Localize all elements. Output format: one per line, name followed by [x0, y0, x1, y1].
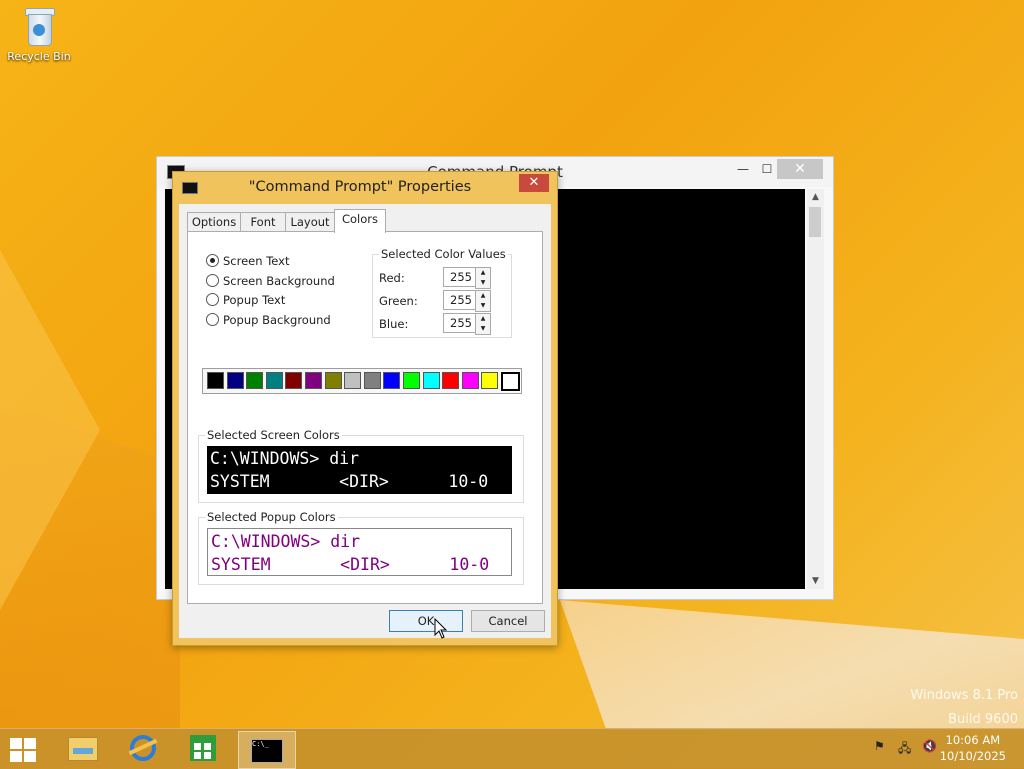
taskbar-command-prompt[interactable]: C:\_	[238, 731, 296, 769]
group-legend: Selected Popup Colors	[205, 510, 338, 524]
tab-layout[interactable]: Layout	[285, 212, 335, 232]
tab-font[interactable]: Font	[240, 212, 286, 232]
store-icon	[190, 735, 216, 761]
palette-swatch[interactable]	[305, 372, 322, 389]
radio-popup-text[interactable]: Popup Text	[206, 293, 285, 309]
scrollbar-thumb[interactable]	[809, 207, 821, 237]
color-palette	[202, 368, 522, 394]
radio-label: Popup Text	[223, 293, 286, 307]
taskbar-file-explorer[interactable]	[56, 731, 104, 767]
palette-swatch[interactable]	[246, 372, 264, 389]
selected-color-values-group: Selected Color Values Red: 255 ▲ ▼ Green:…	[372, 247, 512, 338]
red-value-input[interactable]: 255	[443, 267, 476, 287]
palette-swatch[interactable]	[324, 372, 342, 389]
screen-colors-preview: C:\WINDOWS> dir SYSTEM <DIR> 10-0	[207, 446, 512, 494]
radio-screen-background[interactable]: Screen Background	[206, 274, 335, 290]
palette-swatch[interactable]	[265, 372, 283, 389]
palette-swatch[interactable]	[403, 372, 420, 389]
preview-line: C:\WINDOWS> dir	[210, 449, 360, 468]
recycle-bin-label: Recycle Bin	[7, 50, 71, 63]
radio-label: Screen Background	[223, 274, 335, 288]
group-legend: Selected Screen Colors	[205, 428, 342, 442]
selected-popup-colors-group: Selected Popup Colors C:\WINDOWS> dir SYS…	[198, 510, 524, 585]
watermark-edition: Windows 8.1 Pro	[910, 688, 1018, 703]
palette-swatch[interactable]	[226, 372, 244, 389]
taskbar-clock[interactable]: 10:06 AM 10/10/2025	[940, 732, 1006, 764]
action-center-flag-icon[interactable]: ⚑	[874, 739, 885, 753]
taskbar: C:\_ ⚑ 🖧 🔇 10:06 AM 10/10/2025	[0, 728, 1024, 769]
mouse-cursor-icon	[434, 618, 448, 639]
radio-button-checked[interactable]	[206, 254, 219, 267]
cmd-vertical-scrollbar[interactable]: ▲ ▼	[807, 189, 824, 589]
palette-swatch[interactable]	[461, 372, 479, 389]
dialog-title: "Command Prompt" Properties	[248, 179, 472, 195]
palette-swatch[interactable]	[442, 372, 460, 389]
command-prompt-icon: C:\_	[251, 739, 283, 763]
cmd-dialog-icon	[182, 182, 198, 194]
tab-options[interactable]: Options	[187, 212, 241, 232]
blue-label: Blue:	[379, 317, 409, 331]
preview-line: C:\WINDOWS> dir	[211, 532, 361, 551]
volume-muted-icon[interactable]: 🔇	[922, 739, 937, 753]
windows-watermark: Windows 8.1 Pro Build 9600	[910, 684, 1018, 732]
red-label: Red:	[379, 271, 405, 285]
taskbar-internet-explorer[interactable]	[116, 731, 164, 767]
clock-date: 10/10/2025	[939, 749, 1006, 763]
preview-line: SYSTEM <DIR> 10-0	[210, 472, 489, 491]
desktop-wallpaper-shape	[0, 250, 100, 610]
blue-spinner[interactable]: ▲ ▼	[475, 313, 491, 335]
radio-label: Popup Background	[223, 313, 331, 327]
colors-tab-panel: Screen Text Screen Background Popup Text…	[187, 231, 543, 604]
taskbar-store[interactable]	[176, 731, 224, 767]
palette-swatch[interactable]	[422, 372, 440, 389]
radio-button[interactable]	[206, 313, 219, 326]
radio-screen-text[interactable]: Screen Text	[206, 254, 289, 270]
radio-popup-background[interactable]: Popup Background	[206, 313, 331, 329]
popup-colors-preview: C:\WINDOWS> dir SYSTEM <DIR> 10-0	[207, 528, 512, 576]
group-legend: Selected Color Values	[379, 247, 508, 261]
palette-swatch[interactable]	[207, 372, 224, 389]
dialog-body: Options Font Layout Colors Screen Text S…	[179, 204, 551, 638]
tab-colors[interactable]: Colors	[334, 209, 386, 233]
properties-dialog[interactable]: "Command Prompt" Properties ✕ Options Fo…	[172, 171, 558, 646]
clock-time: 10:06 AM	[945, 733, 1001, 747]
spin-down-icon[interactable]: ▼	[476, 301, 490, 311]
cmd-close-button[interactable]: ✕	[777, 159, 823, 179]
green-spinner[interactable]: ▲ ▼	[475, 290, 491, 312]
cancel-button[interactable]: Cancel	[471, 610, 545, 632]
spin-down-icon[interactable]: ▼	[476, 278, 490, 288]
palette-swatch[interactable]	[344, 372, 362, 389]
scroll-down-arrow-icon[interactable]: ▼	[807, 573, 824, 589]
spin-up-icon[interactable]: ▲	[476, 314, 490, 324]
spin-up-icon[interactable]: ▲	[476, 268, 490, 278]
recycle-bin-icon	[23, 6, 55, 46]
ok-button[interactable]: OK	[389, 610, 463, 632]
dialog-close-button[interactable]: ✕	[519, 174, 549, 192]
green-label: Green:	[379, 294, 418, 308]
dialog-titlebar[interactable]: "Command Prompt" Properties ✕	[173, 172, 557, 202]
scroll-up-arrow-icon[interactable]: ▲	[807, 189, 824, 205]
green-value-input[interactable]: 255	[443, 290, 476, 310]
spin-down-icon[interactable]: ▼	[476, 324, 490, 334]
palette-swatch[interactable]	[500, 371, 521, 392]
blue-value-input[interactable]: 255	[443, 313, 476, 333]
palette-swatch[interactable]	[481, 372, 499, 389]
recycle-bin-desktop-icon[interactable]: Recycle Bin	[6, 6, 72, 63]
radio-label: Screen Text	[223, 254, 290, 268]
start-button[interactable]	[8, 736, 38, 762]
palette-swatch[interactable]	[383, 372, 401, 389]
selected-screen-colors-group: Selected Screen Colors C:\WINDOWS> dir SY…	[198, 428, 524, 503]
preview-line: SYSTEM <DIR> 10-0	[211, 555, 490, 574]
file-explorer-icon	[68, 737, 98, 761]
internet-explorer-icon	[130, 735, 156, 761]
red-spinner[interactable]: ▲ ▼	[475, 267, 491, 289]
radio-button[interactable]	[206, 274, 219, 287]
palette-swatch[interactable]	[363, 372, 381, 389]
network-icon[interactable]: 🖧	[898, 739, 911, 760]
palette-swatch[interactable]	[285, 372, 303, 389]
radio-button[interactable]	[206, 293, 219, 306]
spin-up-icon[interactable]: ▲	[476, 291, 490, 301]
